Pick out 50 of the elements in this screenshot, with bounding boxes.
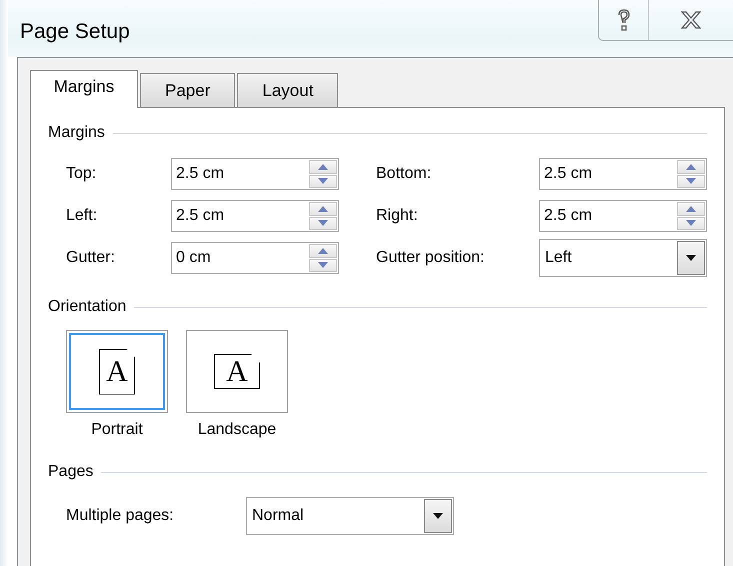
spin-down-button[interactable]: [677, 216, 705, 230]
field-label: Gutter position:: [376, 249, 486, 267]
up-arrow-icon: [318, 164, 328, 170]
field-label: Left:: [66, 207, 98, 225]
page-icon: A: [214, 354, 260, 389]
caret-icon: [433, 513, 443, 519]
section-title: Margins: [48, 124, 105, 142]
down-arrow-icon: [318, 220, 328, 226]
dropdown-value: Left: [544, 248, 573, 268]
field-label: Top:: [66, 165, 98, 183]
field-label: Multiple pages:: [66, 507, 175, 525]
up-arrow-icon: [318, 248, 328, 254]
orientation-button[interactable]: A: [66, 330, 168, 413]
spin-up-button[interactable]: [309, 202, 337, 216]
down-arrow-icon: [318, 262, 328, 268]
down-arrow-icon: [686, 220, 696, 226]
spin-up-button[interactable]: [677, 160, 705, 174]
down-arrow-icon: [686, 178, 696, 184]
field-label: Gutter:: [66, 249, 116, 267]
field-label: Bottom:: [376, 165, 432, 183]
help-icon: [616, 9, 630, 31]
spin-up-button[interactable]: [309, 160, 337, 174]
tab[interactable]: Layout: [237, 73, 338, 107]
page-icon: A: [99, 348, 135, 394]
section-title: Orientation: [48, 298, 126, 316]
orientation-label: Portrait: [91, 421, 143, 439]
up-arrow-icon: [686, 164, 696, 170]
spin-down-button[interactable]: [309, 258, 337, 272]
field-label: Right:: [376, 207, 419, 225]
spin-down-button[interactable]: [309, 216, 337, 230]
window-title: Page Setup: [20, 20, 130, 44]
orientation-label: Landscape: [198, 421, 276, 439]
dropdown-button[interactable]: [424, 499, 452, 533]
orientation-button[interactable]: A: [186, 330, 288, 413]
spin-up-button[interactable]: [309, 244, 337, 258]
tab[interactable]: Paper: [140, 73, 236, 107]
section-title: Pages: [48, 463, 94, 481]
up-arrow-icon: [686, 206, 696, 212]
dropdown-button[interactable]: [677, 241, 705, 275]
caret-icon: [686, 255, 696, 261]
up-arrow-icon: [318, 206, 328, 212]
spin-up-button[interactable]: [677, 202, 705, 216]
close-icon: [680, 11, 702, 29]
spin-down-button[interactable]: [309, 174, 337, 188]
down-arrow-icon: [318, 178, 328, 184]
spin-down-button[interactable]: [677, 174, 705, 188]
dropdown[interactable]: Normal: [246, 497, 454, 535]
dropdown-value: Normal: [251, 506, 305, 526]
tab[interactable]: Margins: [30, 70, 138, 108]
dropdown[interactable]: Left: [539, 239, 707, 277]
